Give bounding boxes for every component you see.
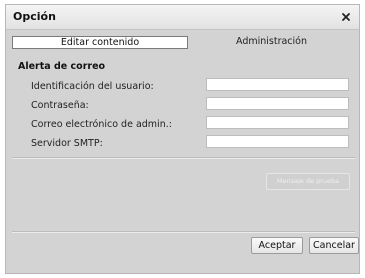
- password-input[interactable]: [206, 97, 349, 110]
- tab-administration[interactable]: Administración: [188, 36, 355, 49]
- section-divider: [12, 157, 355, 159]
- user-id-label: Identificación del usuario:: [31, 81, 154, 92]
- admin-email-input[interactable]: [206, 116, 349, 129]
- title-bar: Opción: [6, 5, 359, 30]
- footer-divider: [12, 231, 355, 233]
- cancel-button[interactable]: Cancelar: [309, 237, 359, 254]
- smtp-server-input[interactable]: [206, 135, 349, 148]
- user-id-input[interactable]: [206, 78, 349, 91]
- tab-bar: Editar contenido Administración: [12, 36, 355, 51]
- dialog-title: Opción: [13, 10, 56, 23]
- mail-alert-heading: Alerta de correo: [18, 61, 106, 72]
- options-dialog: Opción Editar contenido Administración A…: [5, 4, 360, 274]
- admin-email-label: Correo electrónico de admin.:: [31, 119, 172, 130]
- tab-edit-content[interactable]: Editar contenido: [12, 36, 188, 49]
- test-message-button[interactable]: Mensaje de prueba: [266, 173, 350, 190]
- smtp-server-label: Servidor SMTP:: [31, 138, 103, 149]
- close-icon[interactable]: [339, 9, 353, 23]
- ok-button[interactable]: Aceptar: [251, 237, 303, 254]
- password-label: Contraseña:: [31, 100, 89, 111]
